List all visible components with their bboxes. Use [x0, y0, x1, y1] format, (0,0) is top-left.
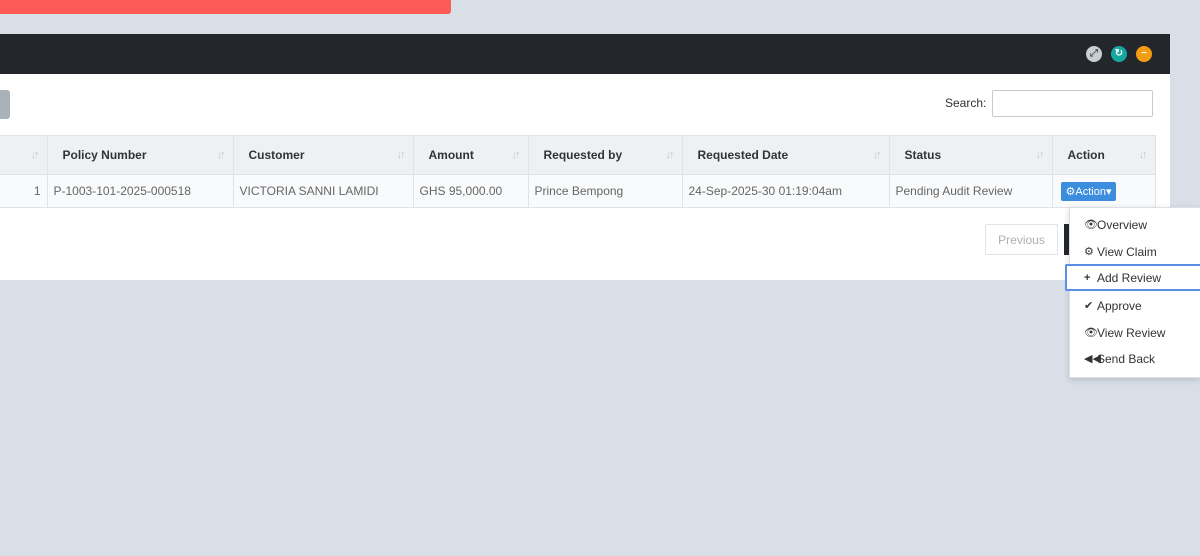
cogs-icon: ⚙ [1084, 246, 1094, 258]
previous-page-button[interactable]: Previous [985, 224, 1058, 255]
expand-icon[interactable]: ⤢ [1086, 46, 1102, 62]
sort-icon[interactable]: ↓↑ [217, 149, 226, 161]
sort-icon[interactable]: ↓↑ [1036, 149, 1045, 161]
action-dropdown-menu: 👁 Overview ⚙ View Claim + Add Review ✔ Appro… [1065, 207, 1200, 378]
sort-icon[interactable]: ↓↑ [873, 149, 882, 161]
menu-item-view-claim[interactable]: ⚙ View Claim [1070, 238, 1200, 265]
menu-item-add-review[interactable]: + Add Review [1065, 264, 1200, 291]
cell-amount: GHS 95,000.00 [412, 174, 529, 208]
cell-id: 1 [0, 174, 48, 208]
cogs-icon: ⚙ [1065, 185, 1076, 198]
search-input[interactable] [992, 90, 1153, 117]
claims-panel: ⤢ ↻ − Search: ↓↑ Policy Number ↓↑ Custome… [0, 34, 1170, 280]
column-header-id[interactable]: ↓↑ [0, 135, 48, 175]
column-header-requested-date[interactable]: Requested Date ↓↑ [681, 135, 890, 175]
column-header-policy-number[interactable]: Policy Number ↓↑ [46, 135, 234, 175]
eye-icon: 👁 [1084, 219, 1098, 231]
cell-requested-by: Prince Bempong [527, 174, 683, 208]
plus-icon: + [1084, 271, 1091, 284]
cell-customer: VICTORIA SANNI LAMIDI [232, 174, 414, 208]
column-header-action[interactable]: Action ↓↑ [1051, 135, 1156, 175]
menu-item-overview[interactable]: 👁 Overview [1070, 211, 1200, 238]
menu-item-approve[interactable]: ✔ Approve [1070, 292, 1200, 319]
check-icon: ✔ [1084, 300, 1094, 312]
column-header-customer[interactable]: Customer ↓↑ [232, 135, 414, 175]
sort-icon[interactable]: ↓↑ [666, 149, 675, 161]
eye-icon: 👁 [1084, 327, 1098, 339]
menu-item-send-back[interactable]: ◀◀ Send Back [1070, 345, 1200, 372]
reload-icon[interactable]: ↻ [1111, 46, 1127, 62]
sort-icon[interactable]: ↓↑ [31, 149, 40, 161]
panel-header: ⤢ ↻ − [0, 34, 1170, 74]
table-row: 1 P-1003-101-2025-000518 VICTORIA SANNI … [0, 174, 1156, 208]
sort-icon[interactable]: ↓↑ [1139, 149, 1148, 161]
sort-icon[interactable]: ↓↑ [397, 149, 406, 161]
action-dropdown-button[interactable]: ⚙Action▾ [1060, 181, 1117, 201]
cell-action: ⚙Action▾ [1051, 174, 1156, 208]
sort-icon[interactable]: ↓↑ [512, 149, 521, 161]
cell-requested-date: 24-Sep-2025-30 01:19:04am [681, 174, 890, 208]
column-header-status[interactable]: Status ↓↑ [888, 135, 1053, 175]
column-header-requested-by[interactable]: Requested by ↓↑ [527, 135, 683, 175]
toolbar-button[interactable] [0, 90, 10, 119]
backward-icon: ◀◀ [1084, 353, 1101, 365]
column-header-amount[interactable]: Amount ↓↑ [412, 135, 529, 175]
menu-item-view-review[interactable]: 👁 View Review [1070, 319, 1200, 346]
cell-status: Pending Audit Review [888, 174, 1053, 208]
search-label: Search: [945, 96, 987, 110]
caret-down-icon: ▾ [1105, 185, 1112, 198]
alert-bar [0, 0, 451, 14]
collapse-icon[interactable]: − [1136, 46, 1152, 62]
table-header-row: ↓↑ Policy Number ↓↑ Customer ↓↑ Amount ↓↑ R… [0, 135, 1156, 175]
cell-policy-number: P-1003-101-2025-000518 [46, 174, 234, 208]
claims-table: ↓↑ Policy Number ↓↑ Customer ↓↑ Amount ↓↑ R… [0, 135, 1156, 208]
